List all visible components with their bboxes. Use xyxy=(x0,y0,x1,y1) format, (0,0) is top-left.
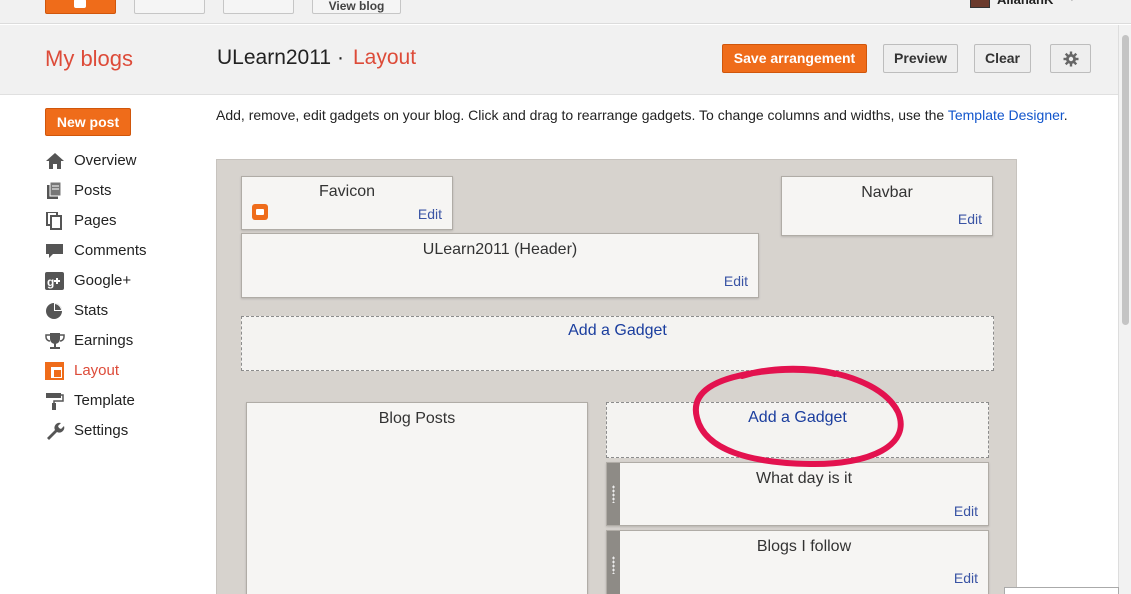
edit-link[interactable]: Edit xyxy=(954,570,978,586)
comments-icon xyxy=(46,244,63,258)
scrollbar-thumb[interactable] xyxy=(1122,35,1129,325)
sidebar-item-comments[interactable]: Comments xyxy=(45,240,205,262)
edit-link[interactable]: Edit xyxy=(958,211,982,227)
blog-title: ULearn2011 xyxy=(217,46,332,69)
widget-title: ULearn2011 (Header) xyxy=(422,241,578,258)
widget-title: Navbar xyxy=(861,184,913,201)
view-blog-button[interactable]: View blog xyxy=(312,0,401,14)
sidebar-item-earnings[interactable]: Earnings xyxy=(45,330,205,352)
sidebar-item-label: Comments xyxy=(74,242,147,259)
chevron-down-icon[interactable]: ▼ xyxy=(1067,0,1077,4)
sidebar-item-label: Layout xyxy=(74,362,120,379)
gear-icon xyxy=(1063,51,1078,67)
add-gadget-header[interactable]: Add a Gadget xyxy=(241,316,994,371)
blogger-home-button[interactable] xyxy=(45,0,116,14)
preview-button[interactable]: Preview xyxy=(883,44,958,73)
what-day-widget[interactable]: What day is it Edit xyxy=(606,462,989,526)
blog-posts-widget[interactable]: Blog Posts xyxy=(246,402,588,594)
widget-title: Blog Posts xyxy=(378,410,456,427)
layout-editor-panel: Favicon Edit Navbar Edit ULearn2011 (Hea… xyxy=(216,159,1017,594)
wrench-icon xyxy=(47,422,65,440)
sidebar-item-layout[interactable]: Layout xyxy=(45,360,205,382)
edit-link[interactable]: Edit xyxy=(418,206,442,222)
favicon-widget[interactable]: Favicon Edit xyxy=(241,176,453,230)
avatar[interactable] xyxy=(970,0,990,8)
edit-link[interactable]: Edit xyxy=(954,503,978,519)
page-header: My blogs ULearn2011 · Layout Save arrang… xyxy=(0,25,1118,95)
navbar-widget[interactable]: Navbar Edit xyxy=(781,176,993,236)
instructions-text: Add, remove, edit gadgets on your blog. … xyxy=(216,107,1076,123)
instructions-end: . xyxy=(1063,107,1068,123)
sidebar-item-label: Pages xyxy=(74,212,117,229)
sidebar-item-settings[interactable]: Settings xyxy=(45,420,205,442)
sidebar-item-label: Earnings xyxy=(74,332,134,349)
widget-title: Favicon xyxy=(318,183,376,200)
add-gadget-sidebar[interactable]: Add a Gadget xyxy=(606,402,989,458)
google-plus-icon: g xyxy=(45,272,64,290)
clear-button[interactable]: Clear xyxy=(974,44,1031,73)
sidebar-item-overview[interactable]: Overview xyxy=(45,150,205,172)
posts-toolbar-button[interactable] xyxy=(223,0,294,14)
page-title: Layout xyxy=(353,46,417,69)
blogger-icon xyxy=(74,0,86,8)
top-toolbar: View blog AllanahK ▼ xyxy=(0,0,1131,24)
my-blogs-link[interactable]: My blogs xyxy=(45,46,133,72)
sidebar-item-pages[interactable]: Pages xyxy=(45,210,205,232)
blogger-favicon-icon xyxy=(252,204,268,220)
drag-handle[interactable] xyxy=(607,531,620,594)
widget-title: Blogs I follow xyxy=(756,538,852,555)
sidebar-item-label: Stats xyxy=(74,302,109,319)
sidebar-item-label: Posts xyxy=(74,182,112,199)
edit-link[interactable]: Edit xyxy=(724,273,748,289)
layout-icon xyxy=(45,362,64,380)
sidebar-item-posts[interactable]: Posts xyxy=(45,180,205,202)
sidebar-item-template[interactable]: Template xyxy=(45,390,205,412)
home-icon xyxy=(46,153,64,169)
add-gadget-link[interactable]: Add a Gadget xyxy=(242,322,993,340)
paint-roller-icon xyxy=(46,393,64,410)
sidebar-item-google-plus[interactable]: g Google+ xyxy=(45,270,205,292)
stats-icon xyxy=(46,303,62,319)
trophy-icon xyxy=(45,333,65,349)
settings-gear-button[interactable] xyxy=(1050,44,1091,73)
sidebar-item-label: Settings xyxy=(74,422,129,439)
header-widget[interactable]: ULearn2011 (Header) Edit xyxy=(241,233,759,298)
new-post-toolbar-button[interactable] xyxy=(134,0,205,14)
blogs-follow-widget[interactable]: Blogs I follow Edit xyxy=(606,530,989,594)
template-designer-link[interactable]: Template Designer xyxy=(948,107,1064,123)
widget-title: What day is it xyxy=(755,470,853,487)
pages-icon xyxy=(46,212,62,230)
sidebar-item-stats[interactable]: Stats xyxy=(45,300,205,322)
save-arrangement-button[interactable]: Save arrangement xyxy=(722,44,867,73)
add-gadget-link[interactable]: Add a Gadget xyxy=(607,409,988,427)
bottom-right-overlay xyxy=(1004,587,1119,594)
svg-text:g: g xyxy=(47,275,54,289)
posts-icon xyxy=(47,182,62,199)
user-name[interactable]: AllanahK xyxy=(997,0,1053,8)
title-separator: · xyxy=(337,46,344,69)
new-post-button[interactable]: New post xyxy=(45,108,131,136)
sidebar-item-label: Overview xyxy=(74,152,137,169)
sidebar-item-label: Google+ xyxy=(74,272,132,289)
vertical-scrollbar[interactable] xyxy=(1118,25,1131,594)
drag-handle[interactable] xyxy=(607,463,620,525)
sidebar-item-label: Template xyxy=(74,392,135,409)
instructions-body: Add, remove, edit gadgets on your blog. … xyxy=(216,107,945,123)
